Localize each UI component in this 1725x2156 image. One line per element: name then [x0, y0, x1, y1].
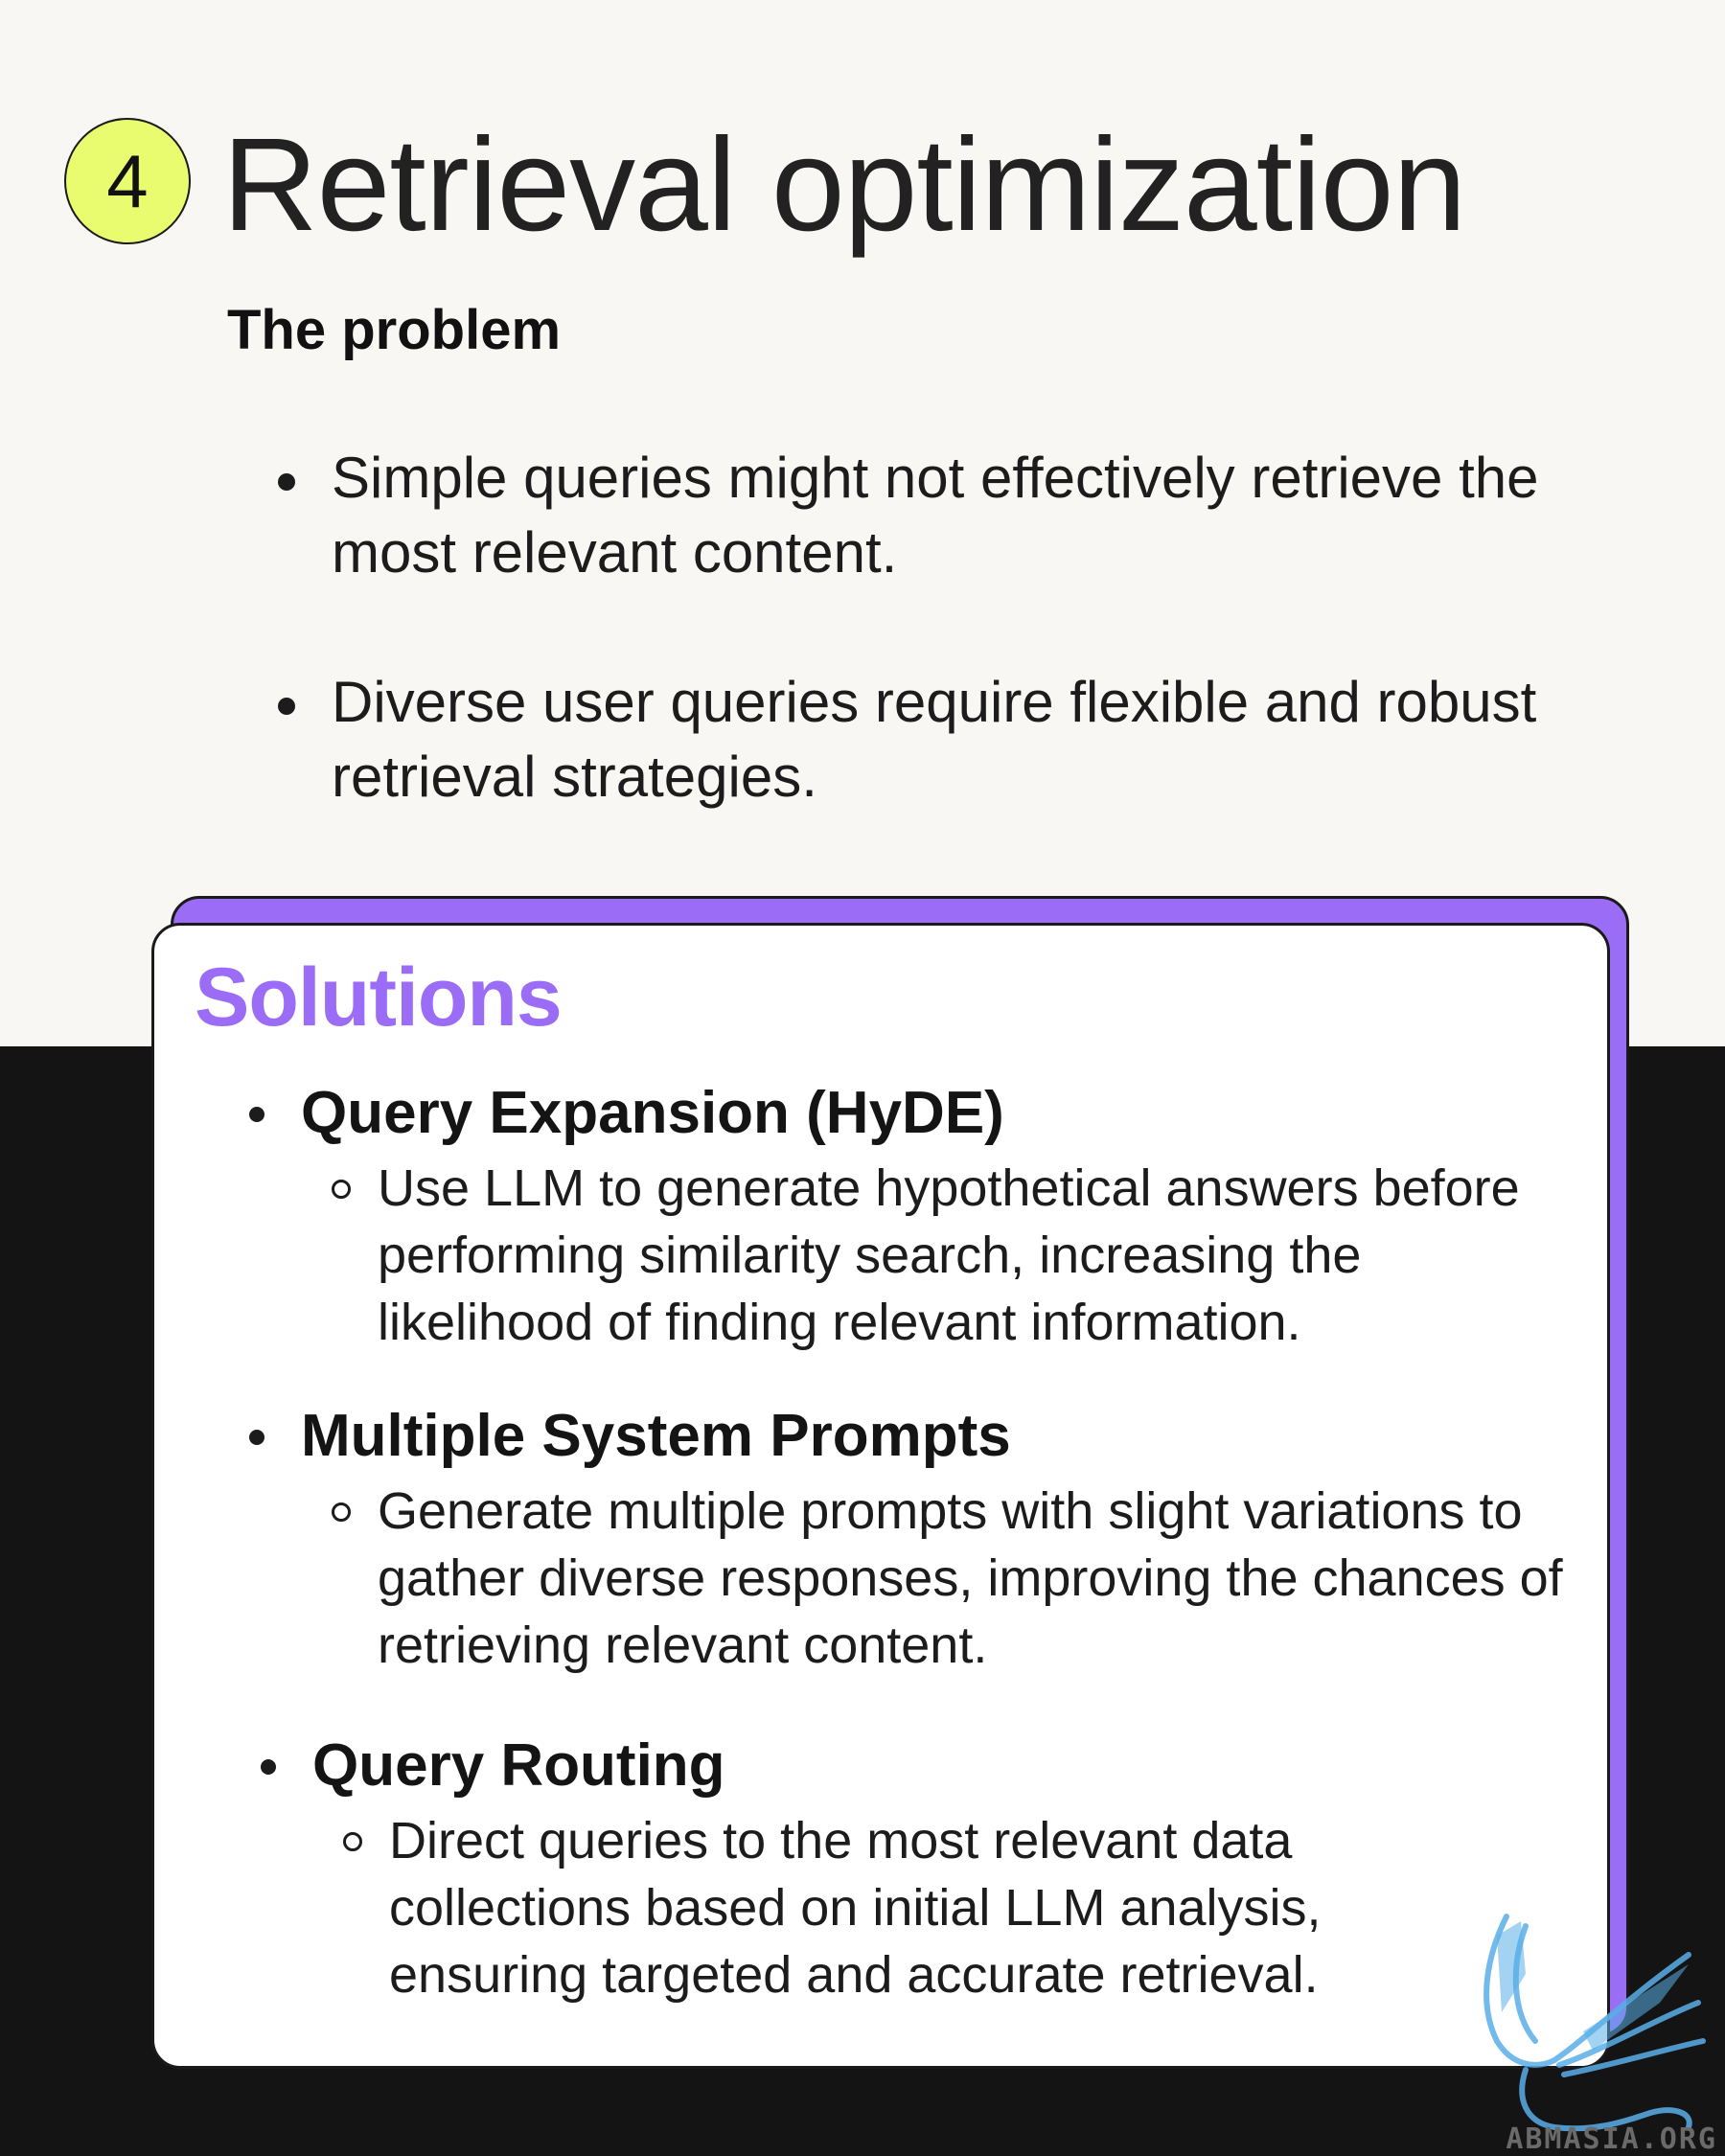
- watermark-text: ABMASIA.ORG: [1506, 2122, 1717, 2156]
- bullet-dot-icon: [261, 1759, 276, 1775]
- step-number-badge: 4: [64, 118, 191, 244]
- solution-title: Multiple System Prompts: [249, 1399, 1591, 1474]
- solution-title-text: Query Expansion (HyDE): [301, 1080, 1004, 1146]
- bullet-dot-icon: [249, 1430, 264, 1445]
- solution-title-text: Multiple System Prompts: [301, 1403, 1011, 1469]
- problem-heading: The problem: [227, 299, 562, 361]
- solution-description: Generate multiple prompts with slight va…: [332, 1478, 1591, 1679]
- page-title: Retrieval optimization: [222, 111, 1466, 259]
- solution-description: Use LLM to generate hypothetical answers…: [332, 1155, 1591, 1356]
- problem-bullet: Diverse user queries require flexible an…: [278, 665, 1581, 814]
- bullet-dot-icon: [278, 698, 295, 715]
- solutions-heading: Solutions: [195, 952, 563, 1044]
- solution-description-text: Direct queries to the most relevant data…: [389, 1812, 1322, 2004]
- solution-item: Query Routing Direct queries to the most…: [261, 1729, 1459, 2008]
- circle-bullet-icon: [332, 1180, 351, 1199]
- solution-title: Query Expansion (HyDE): [249, 1076, 1591, 1151]
- problem-bullet: Simple queries might not effectively ret…: [278, 441, 1581, 590]
- phoenix-watermark-icon: [1484, 1914, 1706, 2132]
- solution-title-text: Query Routing: [312, 1732, 725, 1799]
- solution-item: Multiple System Prompts Generate multipl…: [249, 1399, 1591, 1679]
- solution-description-text: Generate multiple prompts with slight va…: [378, 1482, 1563, 1674]
- solution-item: Query Expansion (HyDE) Use LLM to genera…: [249, 1076, 1591, 1356]
- circle-bullet-icon: [343, 1832, 362, 1851]
- circle-bullet-icon: [332, 1502, 351, 1522]
- problem-bullet-text: Diverse user queries require flexible an…: [332, 670, 1537, 809]
- solution-description: Direct queries to the most relevant data…: [343, 1807, 1459, 2008]
- bullet-dot-icon: [278, 473, 295, 491]
- bullet-dot-icon: [249, 1107, 264, 1122]
- problem-bullet-text: Simple queries might not effectively ret…: [332, 446, 1539, 585]
- solution-description-text: Use LLM to generate hypothetical answers…: [378, 1159, 1520, 1351]
- solution-title: Query Routing: [261, 1729, 1459, 1803]
- problem-list: Simple queries might not effectively ret…: [278, 441, 1581, 889]
